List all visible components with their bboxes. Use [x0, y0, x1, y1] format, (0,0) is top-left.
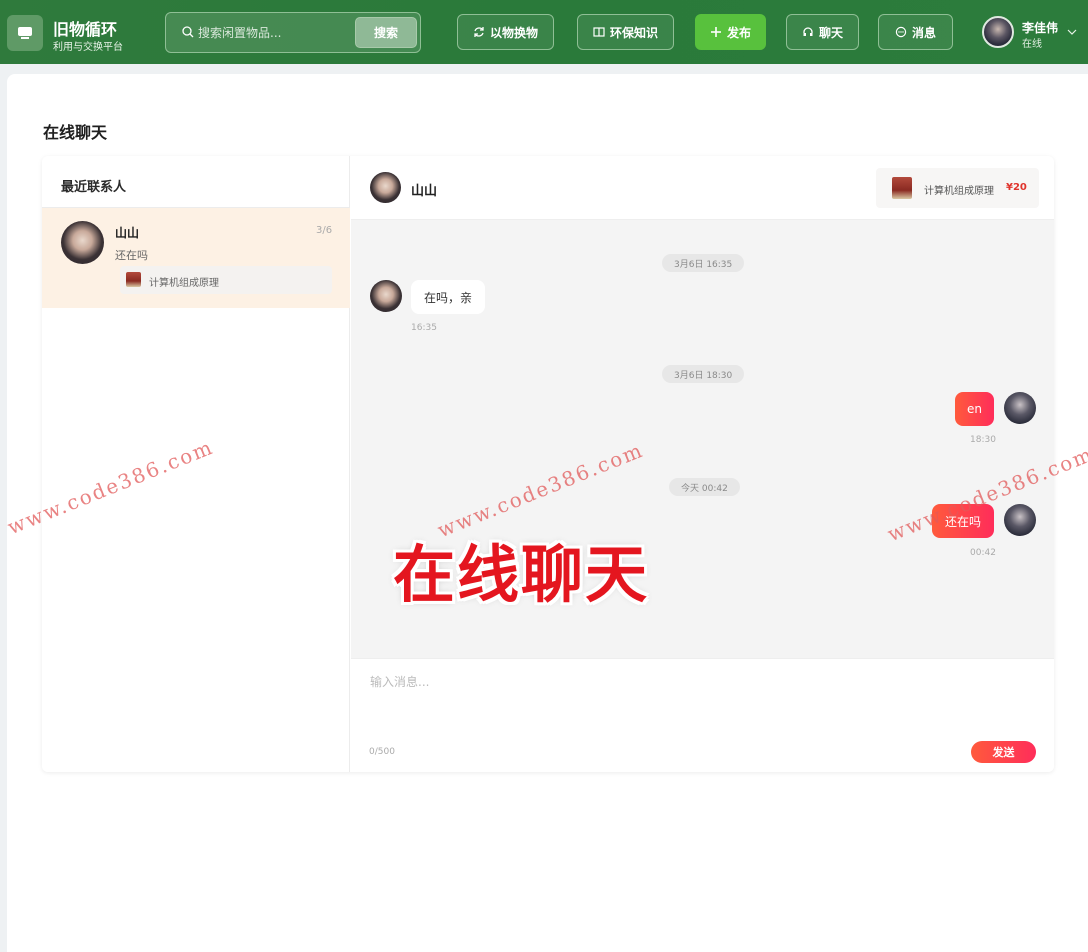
logo-icon[interactable]	[7, 15, 43, 51]
nav-knowledge-button[interactable]: 环保知识	[577, 14, 674, 50]
user-name[interactable]: 李佳伟	[1022, 19, 1058, 36]
refresh-icon	[474, 27, 484, 37]
message-composer: 0/500 发送	[351, 658, 1054, 772]
message-bubble-received: 在吗，亲	[411, 280, 485, 314]
contact-item[interactable]: 山山 3/6 还在吗 计算机组成原理	[42, 208, 350, 308]
user-status: 在线	[1022, 39, 1042, 50]
nav-exchange-label: 以物换物	[489, 25, 538, 40]
time-divider: 3月6日 18:30	[662, 365, 745, 383]
send-button[interactable]: 发送	[971, 741, 1036, 763]
conversation-product-price: ¥20	[1006, 182, 1027, 193]
search-bar: 搜索	[165, 12, 421, 53]
contact-date: 3/6	[316, 225, 333, 236]
product-thumbnail	[892, 177, 912, 199]
search-icon	[182, 26, 194, 38]
page-title: 在线聊天	[43, 123, 108, 142]
publish-label: 发布	[726, 25, 751, 40]
contact-last-message: 还在吗	[115, 249, 148, 262]
message-avatar	[1004, 392, 1036, 424]
nav-messages-label: 消息	[911, 25, 936, 40]
chevron-down-icon[interactable]	[1067, 27, 1077, 37]
message-time: 00:42	[970, 548, 996, 558]
conversation-panel: 山山 计算机组成原理 ¥20 3月6日 16:35 在吗，亲 16:35 3月6…	[351, 156, 1054, 772]
logo-subtitle: 利用与交换平台	[53, 42, 123, 53]
headset-icon	[803, 27, 813, 36]
nav-knowledge-label: 环保知识	[609, 25, 658, 40]
user-avatar[interactable]	[982, 16, 1014, 48]
message-avatar	[370, 280, 402, 312]
top-navbar: 旧物循环 利用与交换平台 搜索 以物换物 环保知识 发布 聊天 消息 李佳伟 在…	[0, 0, 1088, 64]
product-thumbnail	[126, 272, 141, 287]
overlay-caption: 在线聊天	[393, 538, 650, 611]
book-icon	[593, 27, 605, 37]
conversation-product-card[interactable]: 计算机组成原理 ¥20	[876, 168, 1039, 208]
message-time: 18:30	[970, 435, 996, 445]
nav-chat-label: 聊天	[818, 25, 843, 40]
contact-product-title: 计算机组成原理	[149, 278, 219, 289]
contact-name: 山山	[115, 226, 140, 240]
message-input[interactable]	[370, 673, 1030, 733]
char-counter: 0/500	[369, 747, 395, 757]
contact-product-tag: 计算机组成原理	[120, 266, 332, 294]
message-bubble-sent: en	[955, 392, 994, 426]
nav-chat-button[interactable]: 聊天	[786, 14, 859, 50]
logo-title[interactable]: 旧物循环	[53, 16, 117, 40]
contact-avatar	[61, 221, 104, 264]
plus-icon	[710, 27, 721, 37]
nav-messages-button[interactable]: 消息	[878, 14, 953, 50]
nav-exchange-button[interactable]: 以物换物	[457, 14, 554, 50]
publish-button[interactable]: 发布	[695, 14, 766, 50]
conversation-header: 山山 计算机组成原理 ¥20	[351, 156, 1054, 220]
conversation-product-title: 计算机组成原理	[924, 186, 994, 197]
contacts-title: 最近联系人	[61, 180, 127, 195]
conversation-avatar	[370, 172, 401, 203]
message-avatar	[1004, 504, 1036, 536]
message-time: 16:35	[411, 323, 437, 333]
time-divider: 3月6日 16:35	[662, 254, 745, 272]
search-input[interactable]	[198, 23, 348, 43]
conversation-name: 山山	[411, 184, 438, 199]
search-button[interactable]: 搜索	[355, 17, 417, 48]
message-icon	[895, 26, 907, 38]
time-divider: 今天 00:42	[669, 478, 740, 496]
